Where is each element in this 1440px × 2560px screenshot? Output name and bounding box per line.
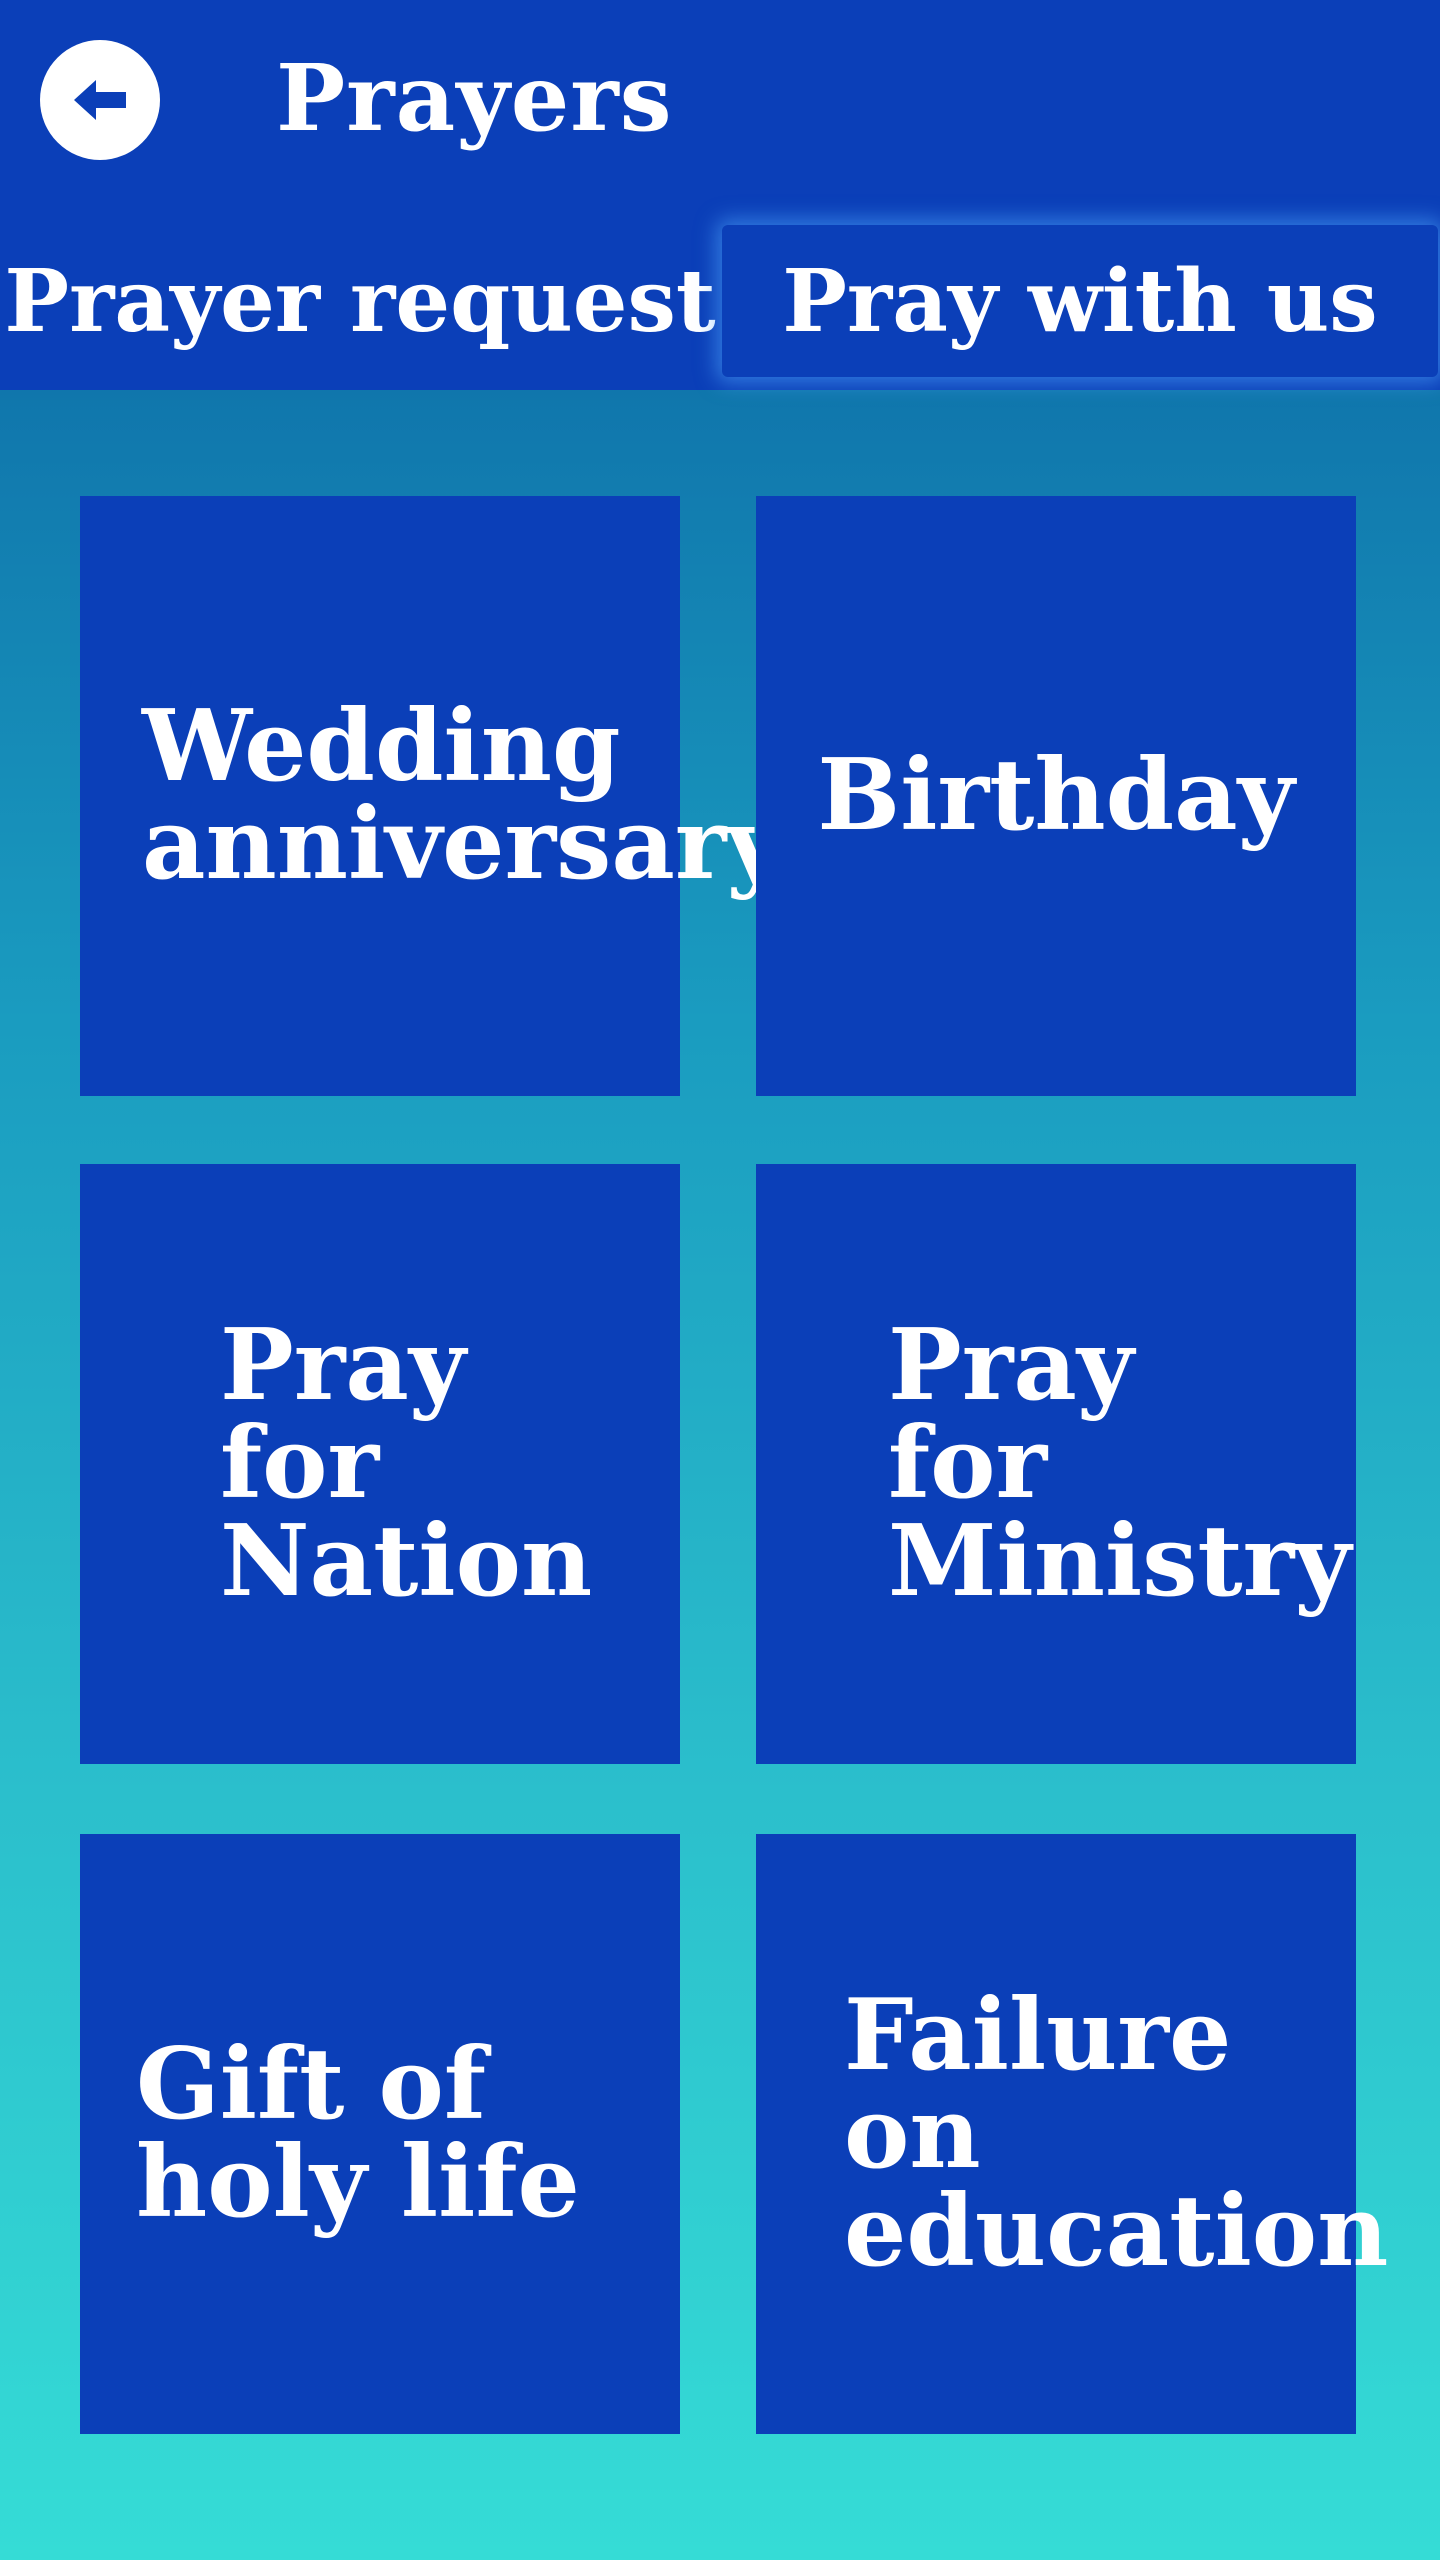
category-label: Pray for Ministry [888, 1308, 1352, 1619]
category-tile-pray-for-nation[interactable]: Pray for Nation [80, 1164, 680, 1764]
category-tile-wedding-anniversary[interactable]: Wedding anniversary [80, 496, 784, 1096]
category-label: Wedding anniversary [142, 689, 784, 902]
page-title: Prayers [276, 44, 673, 152]
category-label: Birthday [817, 738, 1295, 853]
tab-pray-with-us[interactable]: Pray with us [722, 225, 1438, 377]
category-label: Pray for Nation [220, 1308, 593, 1619]
tab-prayer-request[interactable]: Prayer request [0, 225, 720, 377]
category-tile-gift-of-holy-life[interactable]: Gift of holy life [80, 1834, 680, 2434]
category-tile-failure-on-education[interactable]: Failure on education [756, 1834, 1389, 2434]
back-button[interactable] [40, 40, 160, 160]
app-header: Prayers Prayer request Pray with us [0, 0, 1440, 390]
category-label: Gift of holy life [136, 2027, 580, 2240]
arrow-left-icon [74, 80, 126, 120]
category-tile-pray-for-ministry[interactable]: Pray for Ministry [756, 1164, 1356, 1764]
category-tile-birthday[interactable]: Birthday [756, 496, 1356, 1096]
category-label: Failure on education [844, 1978, 1389, 2289]
